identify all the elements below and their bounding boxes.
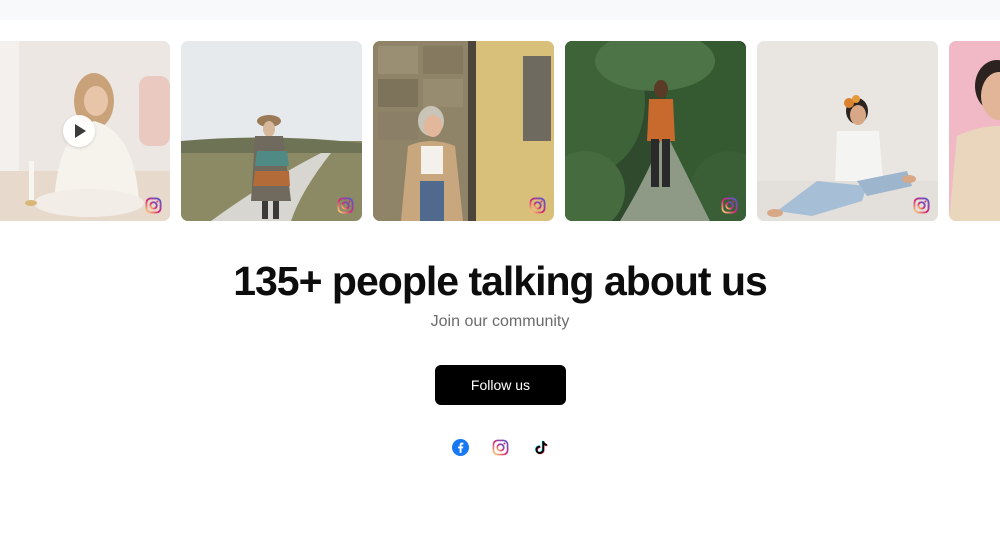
gallery-tile-2[interactable]: [181, 41, 362, 221]
community-headline: 135+ people talking about us: [233, 258, 768, 304]
social-links: [450, 437, 550, 457]
gallery-photo-6: [949, 41, 1000, 221]
instagram-icon: [337, 197, 354, 214]
gallery-tile-5[interactable]: [757, 41, 938, 221]
gallery-photo-3: [373, 41, 554, 221]
tiktok-link[interactable]: [530, 437, 550, 457]
instagram-link[interactable]: [490, 437, 510, 457]
follow-us-button[interactable]: Follow us: [435, 365, 566, 405]
gallery-tile-6[interactable]: [949, 41, 1000, 221]
gallery-photo-5: [757, 41, 938, 221]
instagram-icon: [145, 197, 162, 214]
tiktok-icon: [534, 440, 547, 454]
instagram-icon: [529, 197, 546, 214]
play-icon[interactable]: [63, 115, 95, 147]
top-bar: [0, 0, 1000, 20]
instagram-icon: [492, 439, 508, 455]
gallery-tile-4[interactable]: [565, 41, 746, 221]
gallery-photo-2: [181, 41, 362, 221]
instagram-icon: [721, 197, 738, 214]
community-subline: Join our community: [430, 313, 570, 330]
gallery-tile-1[interactable]: [0, 41, 170, 221]
facebook-link[interactable]: [450, 437, 470, 457]
social-gallery: [0, 41, 1000, 221]
gallery-photo-4: [565, 41, 746, 221]
instagram-icon: [913, 197, 930, 214]
gallery-tile-3[interactable]: [373, 41, 554, 221]
facebook-icon: [451, 438, 469, 456]
